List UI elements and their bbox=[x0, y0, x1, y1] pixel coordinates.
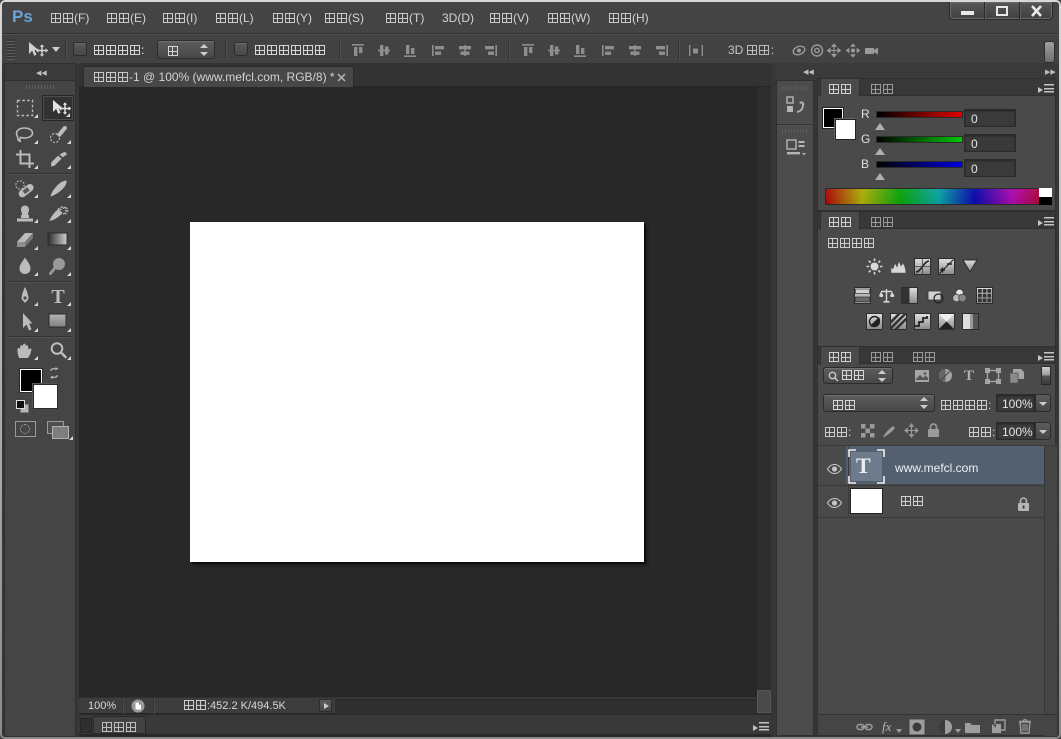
svg-text:T: T bbox=[51, 286, 65, 307]
